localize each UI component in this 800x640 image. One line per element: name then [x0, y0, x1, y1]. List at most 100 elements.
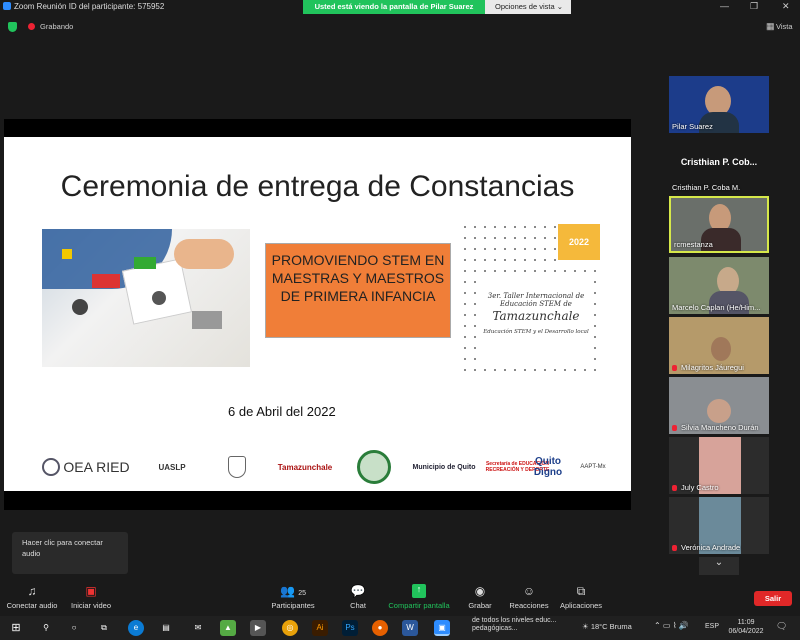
- leave-button[interactable]: Salir: [754, 591, 792, 606]
- decorative-dot: [524, 248, 526, 250]
- decorative-dot: [564, 369, 566, 371]
- store-icon[interactable]: ▤: [158, 620, 174, 636]
- participant-name: Marcelo Caplan (He/Him...: [672, 303, 761, 312]
- participant-tile[interactable]: Cristhian P. Cob... Cristhian P. Coba M.: [669, 137, 769, 194]
- participant-tile[interactable]: Pilar Suarez: [669, 76, 769, 133]
- participant-tile[interactable]: July Castro: [669, 437, 769, 494]
- decorative-dot: [574, 369, 576, 371]
- apps-button[interactable]: ⧉ Aplicaciones: [558, 584, 604, 610]
- decorative-dot: [464, 325, 466, 327]
- decorative-dot: [464, 336, 466, 338]
- clock[interactable]: 11:09 06/04/2022: [726, 618, 766, 636]
- cortana-icon[interactable]: ○: [66, 620, 82, 636]
- scroll-down-icon[interactable]: ⌄: [699, 557, 739, 575]
- tamazunchale-logo: Tamazunchale: [270, 445, 340, 489]
- year-badge: 2022: [558, 224, 600, 260]
- chat-button[interactable]: 💬 Chat: [344, 584, 372, 610]
- maps-icon[interactable]: ▲: [220, 620, 236, 636]
- decorative-dot: [514, 270, 516, 272]
- participant-name: Verónica Andrade: [681, 543, 741, 552]
- word-icon[interactable]: W: [402, 620, 418, 636]
- decorative-dot: [594, 358, 596, 360]
- reactions-button[interactable]: ☺ Reacciones: [508, 584, 550, 610]
- decorative-dot: [494, 259, 496, 261]
- start-video-button[interactable]: ▣ Iniciar video: [68, 584, 114, 610]
- decorative-dot: [464, 226, 466, 228]
- share-screen-icon: ↑: [412, 584, 426, 598]
- mail-icon[interactable]: ✉: [190, 620, 206, 636]
- record-icon: ◉: [474, 584, 486, 598]
- participant-tile[interactable]: Milagritos Jáuregui: [669, 317, 769, 374]
- aapt-text: AAPT-Mx: [580, 464, 606, 470]
- share-screen-button[interactable]: ↑ Compartir pantalla: [386, 584, 452, 610]
- zoom-taskbar-icon[interactable]: ▣: [434, 620, 450, 636]
- aapt-logo: AAPT-Mx: [575, 445, 611, 489]
- participant-name: Silvia Mancheno Durán: [681, 423, 759, 432]
- connect-audio-button[interactable]: ♫ Conectar audio: [6, 584, 58, 610]
- decorative-dot: [554, 248, 556, 250]
- view-options-button[interactable]: Opciones de vista ⌄: [485, 0, 571, 14]
- oea-ried-text: OEA RIED: [63, 459, 130, 475]
- grid-view-icon[interactable]: ▦: [766, 21, 775, 32]
- decorative-dot: [474, 281, 476, 283]
- record-button[interactable]: ◉ Grabar: [464, 584, 496, 610]
- video-off-icon: ▣: [85, 584, 97, 598]
- participant-panel: Pilar Suarez Cristhian P. Cob... Cristhi…: [665, 72, 775, 592]
- connect-audio-label: Conectar audio: [6, 601, 58, 610]
- headphones-icon: ♫: [27, 584, 37, 598]
- weather-widget[interactable]: ☀ 18°C Bruma: [582, 622, 632, 631]
- decorative-dot: [554, 226, 556, 228]
- meeting-toolbar: ♫ Conectar audio ▣ Iniciar video 👥 25 Parti…: [0, 580, 800, 616]
- participant-tile[interactable]: Marcelo Caplan (He/Him...: [669, 257, 769, 314]
- firefox-icon[interactable]: ●: [372, 620, 388, 636]
- search-icon[interactable]: ⚲: [38, 620, 54, 636]
- notification-icon[interactable]: 🗨: [776, 621, 787, 632]
- chat-preview-line1: de todos los niveles educ...: [472, 617, 557, 624]
- photoshop-icon[interactable]: Ps: [342, 620, 358, 636]
- recording-dot-icon: [28, 23, 35, 30]
- view-button[interactable]: Vista: [776, 22, 793, 31]
- decorative-dot: [594, 336, 596, 338]
- windows-start-icon[interactable]: ⊞: [8, 620, 24, 636]
- participant-tile-active[interactable]: rcmestanza: [669, 196, 769, 253]
- decorative-dot: [594, 281, 596, 283]
- quito-digno-text: Quito Digno: [533, 456, 563, 478]
- decorative-dot: [524, 369, 526, 371]
- decorative-dot: [534, 248, 536, 250]
- illustrator-icon[interactable]: Ai: [312, 620, 328, 636]
- decorative-dot: [544, 270, 546, 272]
- decorative-dot: [514, 237, 516, 239]
- decorative-dot: [554, 259, 556, 261]
- decorative-dot: [524, 226, 526, 228]
- connect-audio-toast[interactable]: Hacer clic para conectar audio: [12, 532, 128, 574]
- taller-line2: Educación STEM de: [500, 300, 572, 309]
- maximize-icon[interactable]: ❐: [750, 1, 758, 12]
- media-icon[interactable]: ▶: [250, 620, 266, 636]
- muted-mic-icon: [672, 425, 677, 431]
- tray-icons[interactable]: ⌃ ▭ ⌇ 🔊: [654, 621, 689, 630]
- viewing-screen-label: Usted está viendo la pantalla de Pilar S…: [303, 0, 485, 14]
- recording-row: Grabando ▦ Vista: [0, 18, 800, 36]
- participant-display-name: Cristhian P. Cob...: [680, 157, 758, 167]
- decorative-dot: [584, 270, 586, 272]
- municipio-quito-text: Municipio de Quito: [412, 463, 476, 471]
- participants-button[interactable]: 👥 25 Participantes: [268, 584, 318, 610]
- task-view-icon[interactable]: ⧉: [96, 620, 112, 636]
- decorative-dot: [464, 281, 466, 283]
- quito-digno-logo: Quito Digno: [528, 445, 568, 489]
- participant-tile[interactable]: Silvia Mancheno Durán: [669, 377, 769, 434]
- chrome-icon[interactable]: ◎: [282, 620, 298, 636]
- decorative-dot: [464, 369, 466, 371]
- close-icon[interactable]: ✕: [782, 1, 790, 12]
- decorative-dot: [524, 237, 526, 239]
- participant-tile[interactable]: Verónica Andrade: [669, 497, 769, 554]
- participants-count: 25: [298, 590, 307, 597]
- minimize-icon[interactable]: —: [720, 1, 729, 11]
- taller-city: Tamazunchale: [492, 308, 580, 323]
- decorative-dot: [464, 237, 466, 239]
- participant-name: rcmestanza: [674, 240, 713, 249]
- edge-icon[interactable]: e: [128, 620, 144, 636]
- input-language[interactable]: ESP: [705, 623, 719, 630]
- smiley-plus-icon: ☺: [522, 584, 536, 598]
- weather-icon: ☀: [582, 622, 589, 631]
